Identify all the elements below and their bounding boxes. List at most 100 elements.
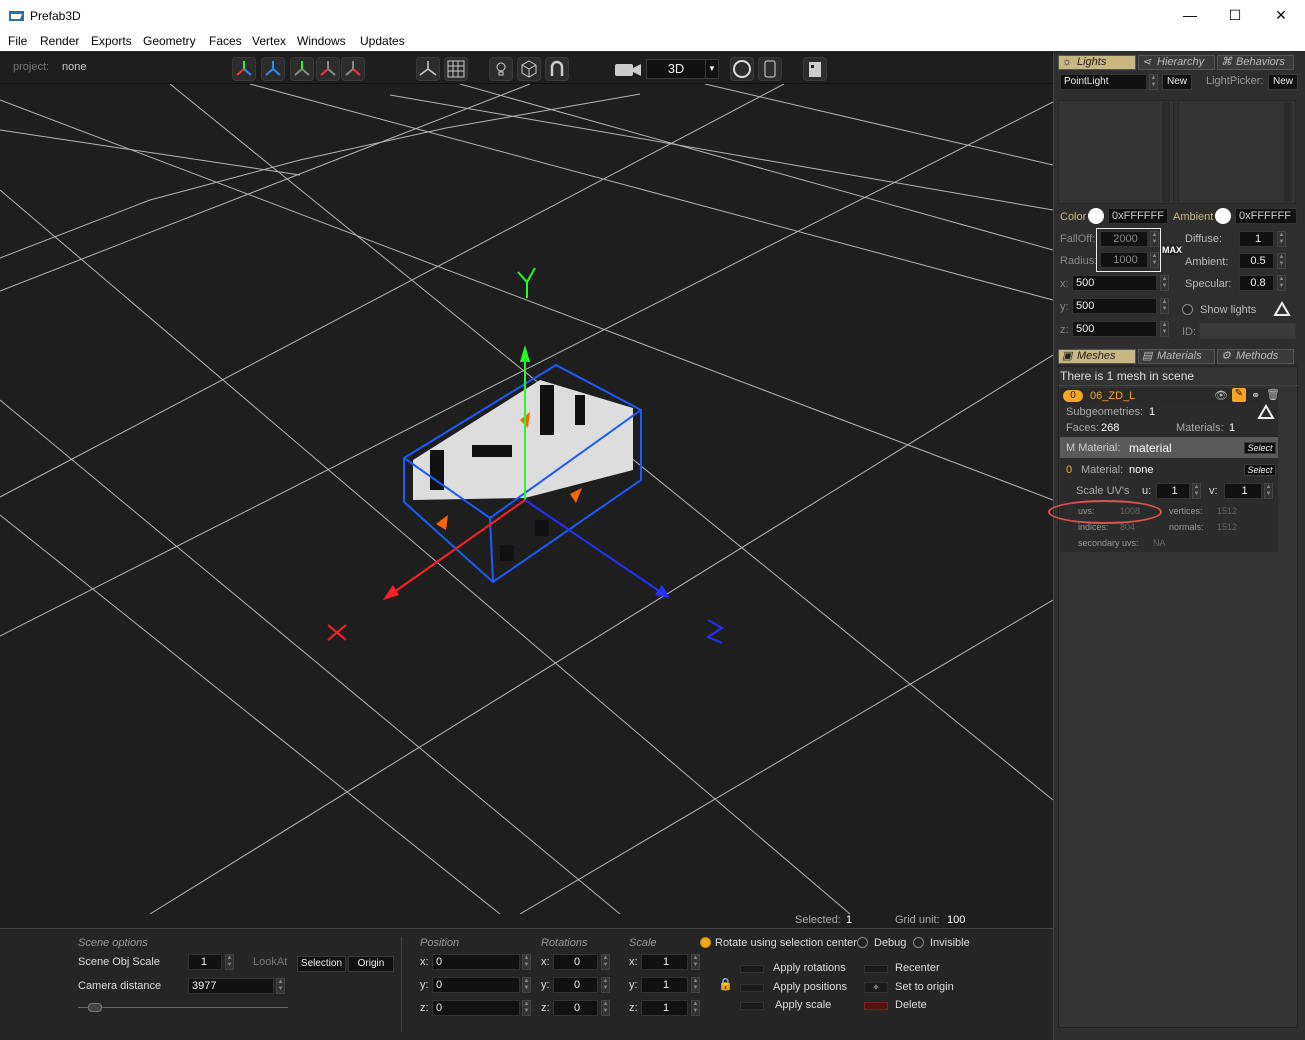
light-list-scrollbar[interactable] xyxy=(1162,102,1170,202)
position-x-field[interactable]: 0 xyxy=(432,954,520,970)
axis-view-all-button[interactable] xyxy=(232,57,256,81)
info-button[interactable] xyxy=(803,57,827,81)
position-z-field[interactable]: 0 xyxy=(432,1000,520,1016)
scale-z-stepper[interactable]: ▲ ▼ xyxy=(691,1000,700,1016)
apply-scale-button[interactable] xyxy=(740,1002,764,1010)
camera-distance-stepper[interactable]: ▲ ▼ xyxy=(276,978,285,994)
u-stepper[interactable]: ▲ ▼ xyxy=(1192,483,1201,499)
v-field[interactable]: 1 xyxy=(1224,483,1262,499)
select-material-button[interactable]: Select xyxy=(1244,442,1276,454)
grid-toggle-button[interactable] xyxy=(444,57,468,81)
id-field[interactable] xyxy=(1199,323,1296,339)
scale-x-stepper[interactable]: ▲ ▼ xyxy=(691,954,700,970)
position-y-stepper[interactable]: ▲ ▼ xyxy=(522,977,531,993)
axis-view-back-button[interactable] xyxy=(341,57,365,81)
camera-distance-field[interactable]: 3977 xyxy=(188,978,274,994)
rotation-y-field[interactable]: 0 xyxy=(553,977,598,993)
view-mode-select[interactable]: 3D xyxy=(646,59,706,79)
axis-view-top-button[interactable] xyxy=(261,57,285,81)
apply-scale-label[interactable]: Apply scale xyxy=(775,999,831,1011)
specular-field[interactable]: 0.8 xyxy=(1239,275,1274,291)
light-type-select[interactable]: PointLight xyxy=(1060,74,1147,90)
menu-updates[interactable]: Updates xyxy=(360,34,405,48)
close-button[interactable]: ✕ xyxy=(1258,0,1304,31)
menu-windows[interactable]: Windows xyxy=(297,34,346,48)
falloff-stepper[interactable]: ▲ ▼ xyxy=(1150,231,1159,247)
delete-label[interactable]: Delete xyxy=(895,999,927,1011)
light-z-field[interactable]: 500 xyxy=(1072,321,1157,337)
apply-positions-label[interactable]: Apply positions xyxy=(773,981,847,993)
ambient-intensity-field[interactable]: 0.5 xyxy=(1239,253,1274,269)
axis-view-front-button[interactable] xyxy=(290,57,314,81)
chevron-down-icon[interactable]: ▼ xyxy=(705,59,719,79)
tab-meshes[interactable]: ▣ Meshes xyxy=(1058,349,1136,364)
cube-toggle-button[interactable] xyxy=(517,57,541,81)
eye-icon[interactable]: 👁 xyxy=(1214,389,1228,402)
light-type-stepper[interactable]: ▲ ▼ xyxy=(1149,74,1158,90)
menu-file[interactable]: File xyxy=(8,34,27,48)
radius-field[interactable]: 1000 xyxy=(1100,252,1148,268)
warning-triangle-icon[interactable] xyxy=(1273,301,1291,317)
ambient-intensity-stepper[interactable]: ▲ ▼ xyxy=(1277,253,1286,269)
ambient-color-field[interactable]: 0xFFFFFF xyxy=(1235,208,1297,224)
scale-x-field[interactable]: 1 xyxy=(641,954,688,970)
3d-viewport[interactable] xyxy=(0,84,1053,914)
warning-triangle-icon[interactable] xyxy=(1257,404,1275,420)
radius-stepper[interactable]: ▲ ▼ xyxy=(1150,252,1159,268)
apply-rotations-button[interactable] xyxy=(740,965,764,973)
obj-scale-stepper[interactable]: ▲ ▼ xyxy=(225,954,234,970)
camera-slider-handle[interactable] xyxy=(88,1003,102,1012)
set-to-origin-label[interactable]: Set to origin xyxy=(895,981,954,993)
debug-radio[interactable] xyxy=(857,937,868,948)
tab-methods[interactable]: ⚙ Methods xyxy=(1217,349,1294,364)
sphere-toggle-button[interactable] xyxy=(730,57,754,81)
transform-gizmo[interactable] xyxy=(327,267,724,644)
rotation-y-stepper[interactable]: ▲ ▼ xyxy=(601,977,610,993)
apply-positions-button[interactable] xyxy=(740,984,764,992)
menu-geometry[interactable]: Geometry xyxy=(143,34,196,48)
lookat-origin-button[interactable]: Origin xyxy=(348,956,394,972)
menu-exports[interactable]: Exports xyxy=(91,34,132,48)
scene-canvas[interactable] xyxy=(0,84,1053,914)
mesh-name[interactable]: 06_ZD_L xyxy=(1090,390,1135,402)
obj-scale-field[interactable]: 1 xyxy=(188,954,222,970)
delete-button[interactable] xyxy=(864,1002,888,1010)
select-sub-material-button[interactable]: Select xyxy=(1244,464,1276,476)
max-label[interactable]: MAX xyxy=(1162,245,1182,255)
light-x-field[interactable]: 500 xyxy=(1072,275,1157,291)
diffuse-field[interactable]: 1 xyxy=(1239,231,1274,247)
perspective-toggle-button[interactable] xyxy=(416,57,440,81)
rotation-x-stepper[interactable]: ▲ ▼ xyxy=(601,954,610,970)
tab-behaviors[interactable]: ⌘ Behaviors xyxy=(1217,55,1294,70)
minimize-button[interactable]: — xyxy=(1167,0,1213,31)
new-light-button[interactable]: New xyxy=(1162,74,1192,90)
apply-rotations-label[interactable]: Apply rotations xyxy=(773,962,846,974)
specular-stepper[interactable]: ▲ ▼ xyxy=(1277,275,1286,291)
light-y-field[interactable]: 500 xyxy=(1072,298,1157,314)
menu-render[interactable]: Render xyxy=(40,34,79,48)
lightpicker-list-scrollbar[interactable] xyxy=(1284,102,1292,202)
menu-vertex[interactable]: Vertex xyxy=(252,34,286,48)
paint-icon[interactable]: ✎ xyxy=(1232,388,1246,402)
camera-slider-track[interactable] xyxy=(78,1007,288,1008)
rotation-z-field[interactable]: 0 xyxy=(553,1000,598,1016)
position-y-field[interactable]: 0 xyxy=(432,977,520,993)
device-toggle-button[interactable] xyxy=(758,57,782,81)
recenter-label[interactable]: Recenter xyxy=(895,962,940,974)
scale-y-field[interactable]: 1 xyxy=(641,977,688,993)
maximize-button[interactable]: ☐ xyxy=(1212,0,1258,31)
light-y-stepper[interactable]: ▲ ▼ xyxy=(1160,298,1169,314)
falloff-field[interactable]: 2000 xyxy=(1100,231,1148,247)
axis-view-side-button[interactable] xyxy=(316,57,340,81)
ambient-swatch[interactable] xyxy=(1215,208,1231,224)
color-swatch[interactable] xyxy=(1088,208,1104,224)
diffuse-stepper[interactable]: ▲ ▼ xyxy=(1277,231,1286,247)
color-field[interactable]: 0xFFFFFF xyxy=(1108,208,1168,224)
rotation-z-stepper[interactable]: ▲ ▼ xyxy=(601,1000,610,1016)
position-x-stepper[interactable]: ▲ ▼ xyxy=(522,954,531,970)
new-lightpicker-button[interactable]: New xyxy=(1268,74,1298,90)
menu-faces[interactable]: Faces xyxy=(209,34,242,48)
scale-z-field[interactable]: 1 xyxy=(641,1000,688,1016)
lightpicker-list[interactable] xyxy=(1178,100,1296,204)
light-z-stepper[interactable]: ▲ ▼ xyxy=(1160,321,1169,337)
